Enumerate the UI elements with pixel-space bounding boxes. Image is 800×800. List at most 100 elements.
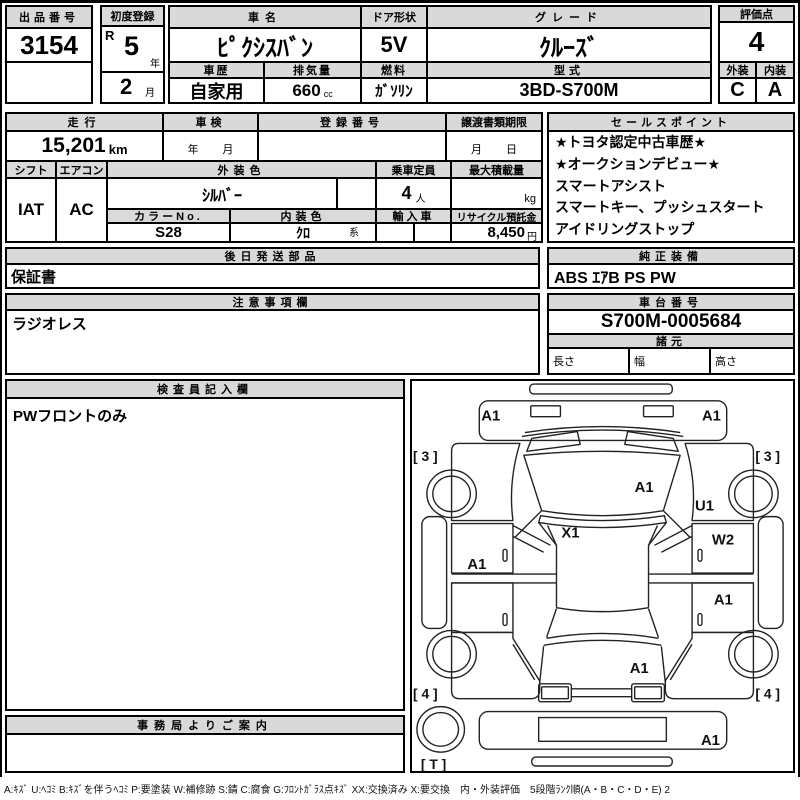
- tire-mark-front-right: [ 3 ]: [755, 448, 780, 464]
- side-sill-left-shape: [421, 515, 448, 630]
- displacement-value: 660: [292, 80, 321, 100]
- recycle-value-cell: 8,450 円: [452, 224, 541, 241]
- spec-height-label: 高さ: [715, 356, 737, 368]
- parts-box: 後日発送部品 保証書: [5, 247, 540, 289]
- spare-tire-mark: [ T ]: [421, 756, 446, 771]
- roof-edge-line: [521, 429, 684, 438]
- reg-month-unit: 月: [145, 88, 155, 99]
- shift-label: シフト: [7, 162, 57, 179]
- score-box: 評価点 4 外装 内装 C A: [718, 5, 795, 104]
- spare-tire-icon: [416, 705, 466, 753]
- sales-points-box: セールスポイント ★トヨタ認定中古車歴★ ★オークションデビュー★ スマートアシ…: [547, 112, 795, 243]
- mid-table-box: 走行 車検 登録番号 譲渡書類期限 15,201 km 年 月 月 日 シフト …: [5, 112, 543, 243]
- damage-mark-right-pillar: U1: [695, 499, 714, 515]
- door-handle-icon: [502, 548, 508, 562]
- spec-width-label: 幅: [630, 349, 711, 373]
- notes-value: ラジオレス: [12, 315, 87, 333]
- fuel-value: ｶﾞｿﾘﾝ: [362, 79, 428, 102]
- door-label: ドア形状: [362, 7, 428, 29]
- rear-window-band-lines: [543, 632, 662, 646]
- era-code: R: [105, 28, 115, 43]
- rear-quarter-right-cut-line: [669, 643, 693, 681]
- parts-title: 後日発送部品: [7, 249, 538, 265]
- capacity-label: 乗車定員: [377, 162, 452, 179]
- tire-mark-rear-left: [ 4 ]: [413, 686, 438, 702]
- tailgate-bar-lines: [571, 688, 632, 698]
- door-handle-icon: [697, 612, 703, 627]
- color-no-value: S28: [108, 224, 231, 241]
- rear-quarter-left-cut-line: [512, 643, 536, 681]
- capacity-value: 4: [401, 183, 412, 203]
- reg-year: 5: [124, 31, 140, 61]
- exterior-label: 外装: [720, 63, 757, 79]
- door-value: 5V: [362, 29, 428, 63]
- recycle-value: 8,450: [487, 224, 525, 241]
- sales-point-item: スマートアシスト: [555, 177, 667, 194]
- grade-value: ｸﾙｰｽﾞ: [428, 29, 710, 63]
- rocker-bars-lines: [451, 573, 754, 584]
- auction-no-value: 3154: [7, 29, 91, 63]
- damage-mark-windshield: A1: [635, 480, 654, 496]
- damage-code-legend: A:ｷｽﾞ U:ﾍｺﾐ B:ｷｽﾞを伴うﾍｺﾐ P:要塗装 W:補修跡 S:錆 …: [4, 785, 670, 796]
- int-color-label: 内装色: [231, 210, 377, 224]
- notes-box: 注意事項欄 ラジオレス: [5, 293, 540, 375]
- sales-point-item: ★オークションデビュー★: [555, 155, 721, 172]
- color-no-label: カラーNo.: [108, 210, 231, 224]
- equip-title: 純正装備: [549, 249, 793, 265]
- sales-points-title: セールスポイント: [549, 114, 793, 132]
- damage-mark-left-door: A1: [467, 557, 486, 573]
- office-title: 事務局よりご案内: [7, 717, 403, 735]
- recycle-label: リサイクル預託金: [452, 210, 541, 224]
- first-reg-box: 初度登録 R 5 年 2 月: [100, 5, 165, 104]
- vehicle-head-box: 車名 ドア形状 グレード ﾋﾟｸｼｽﾊﾞﾝ 5V ｸﾙｰｽﾞ 車歴 排気量 燃料…: [168, 5, 712, 104]
- chassis-box: 車台番号 S700M-0005684 諸元 長さ 幅 高さ: [547, 293, 795, 375]
- ext-color-label: 外装色: [108, 162, 377, 179]
- transfer-value-cell: 月 日: [447, 132, 541, 162]
- front-bumper-shape: [478, 400, 728, 442]
- car-name-value: ﾋﾟｸｼｽﾊﾞﾝ: [170, 29, 362, 63]
- tail-light-right-inner-shape: [633, 686, 663, 700]
- capacity-unit: 人: [415, 194, 426, 205]
- damage-diagram-box: A1 A1 [ 3 ] [ 3 ] A1 U1 X1 W2 A1 A1 A1 […: [410, 379, 795, 773]
- transfer-label: 譲渡書類期限: [447, 114, 541, 132]
- ext-color-empty: [338, 179, 377, 210]
- sales-points-list: ★トヨタ認定中古車歴★ ★オークションデビュー★ スマートアシスト スマートキー…: [549, 132, 793, 241]
- first-reg-month-cell: 2 月: [102, 73, 163, 102]
- max-load-label: 最大積載量: [452, 162, 541, 179]
- auction-no-label: 出品番号: [7, 7, 91, 29]
- spare-tire-inner: [422, 711, 460, 747]
- first-reg-year-cell: R 5 年: [102, 27, 163, 73]
- spec-length-label: 長さ: [549, 349, 630, 373]
- auction-no-box: 出品番号 3154: [5, 5, 93, 104]
- score-label: 評価点: [720, 7, 793, 23]
- mileage-label: 走行: [7, 114, 164, 132]
- aircon-label: エアコン: [57, 162, 108, 179]
- inspector-box: 検査員記入欄 PWフロントのみ: [5, 379, 405, 711]
- max-load-unit: kg: [524, 193, 536, 205]
- door-handle-icon: [697, 548, 703, 562]
- tire-mark-front-left: [ 3 ]: [413, 448, 438, 464]
- ext-color-value: ｼﾙﾊﾞｰ: [108, 179, 338, 210]
- first-reg-label: 初度登録: [102, 7, 163, 27]
- history-value: 自家用: [170, 79, 265, 102]
- tire-mark-rear-right: [ 4 ]: [755, 686, 780, 702]
- interior-label: 内装: [757, 63, 793, 79]
- model-value: 3BD-S700M: [519, 80, 619, 100]
- inspector-value: PWフロントのみ: [13, 408, 128, 425]
- int-color-suffix: 系: [349, 228, 359, 239]
- interior-value: A: [767, 79, 783, 101]
- damage-mark-cowl: X1: [561, 525, 579, 541]
- roof-strip-shape: [529, 383, 673, 395]
- auction-sheet: 出品番号 3154 初度登録 R 5 年 2 月 車名 ドア形状 グレード ﾋﾟ…: [0, 0, 800, 800]
- shaken-year-unit: 年: [187, 144, 199, 156]
- sales-point-item: スマートキー、プッシュスタート: [555, 199, 765, 216]
- capacity-value-cell: 4 人: [377, 179, 452, 210]
- equip-box: 純正装備 ABS ｴｱB PS PW: [547, 247, 795, 289]
- sales-point-item: アイドリングストップ: [555, 221, 695, 238]
- front-grille-right-shape: [642, 405, 674, 418]
- displacement-label: 排気量: [265, 63, 362, 79]
- damage-mark-front-left: A1: [481, 409, 500, 425]
- chassis-value: S700M-0005684: [549, 311, 793, 335]
- sales-point-item: ★トヨタ認定中古車歴★: [555, 134, 707, 150]
- int-color-value-cell: ｸﾛ 系: [231, 224, 377, 241]
